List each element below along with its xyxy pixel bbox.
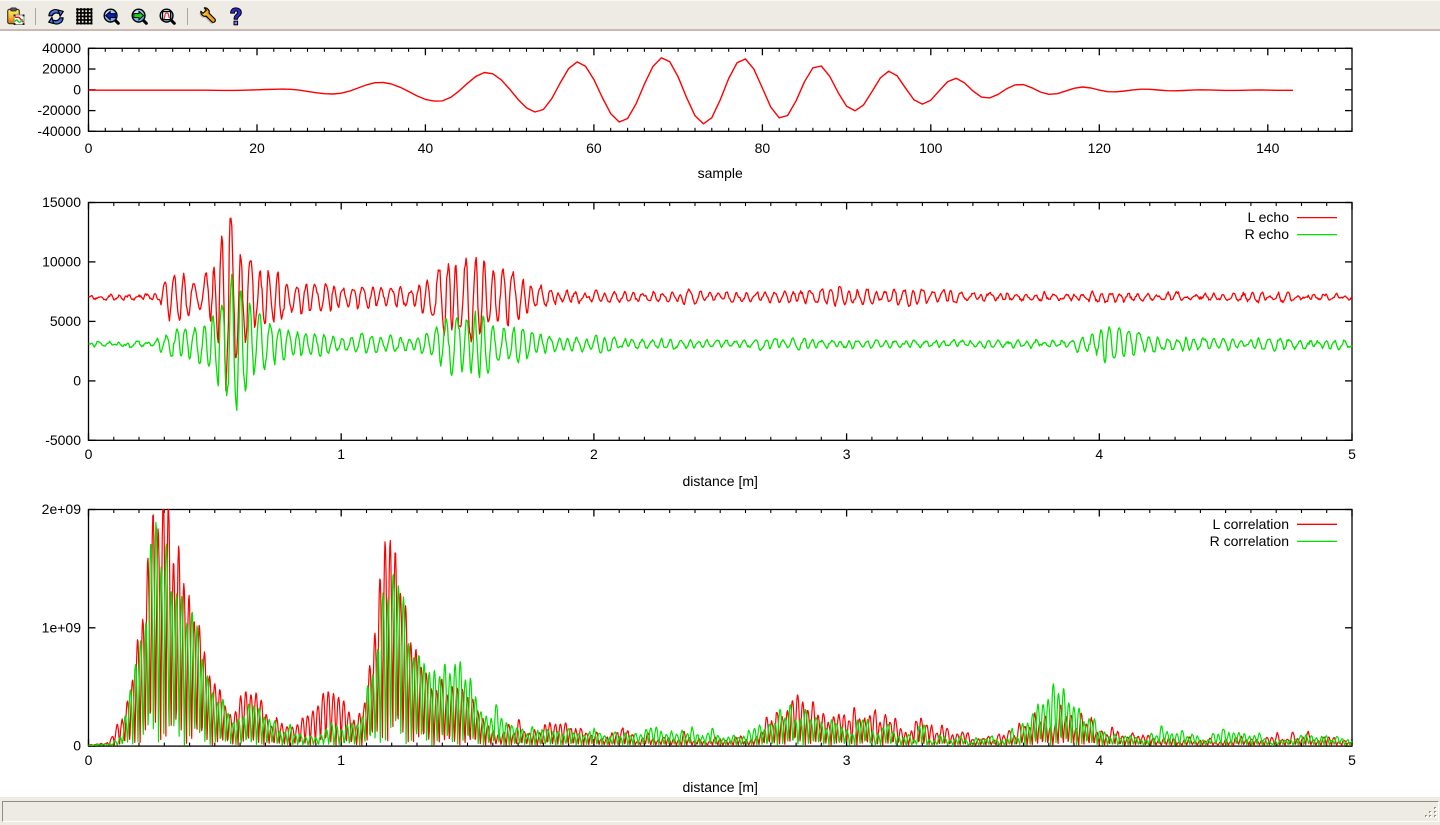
svg-text:2: 2 bbox=[590, 752, 598, 768]
svg-text:R correlation: R correlation bbox=[1210, 533, 1289, 549]
svg-text:1: 1 bbox=[337, 446, 345, 462]
svg-text:4: 4 bbox=[1095, 752, 1103, 768]
svg-text:0: 0 bbox=[73, 81, 81, 97]
svg-text:3: 3 bbox=[843, 752, 851, 768]
svg-text:0: 0 bbox=[85, 752, 93, 768]
svg-text:1e+09: 1e+09 bbox=[42, 619, 82, 635]
svg-text:distance [m]: distance [m] bbox=[682, 473, 757, 489]
svg-text:120: 120 bbox=[1088, 140, 1112, 156]
svg-text:60: 60 bbox=[586, 140, 602, 156]
svg-text:20000: 20000 bbox=[42, 61, 81, 77]
svg-text:80: 80 bbox=[755, 140, 771, 156]
svg-text:10000: 10000 bbox=[42, 253, 81, 269]
svg-text:40000: 40000 bbox=[42, 40, 81, 56]
svg-text:2: 2 bbox=[590, 446, 598, 462]
svg-text:0: 0 bbox=[73, 738, 81, 754]
svg-text:40: 40 bbox=[418, 140, 434, 156]
svg-text:15000: 15000 bbox=[42, 194, 81, 210]
svg-text:0: 0 bbox=[73, 372, 81, 388]
svg-text:-20000: -20000 bbox=[37, 102, 81, 118]
svg-text:3: 3 bbox=[843, 446, 851, 462]
svg-text:4: 4 bbox=[1095, 446, 1103, 462]
svg-text:5: 5 bbox=[1348, 752, 1356, 768]
svg-text:L correlation: L correlation bbox=[1212, 516, 1289, 532]
svg-text:1: 1 bbox=[337, 752, 345, 768]
svg-text:0: 0 bbox=[85, 140, 93, 156]
svg-text:100: 100 bbox=[919, 140, 943, 156]
svg-text:140: 140 bbox=[1256, 140, 1280, 156]
svg-text:sample: sample bbox=[698, 165, 743, 181]
svg-text:0: 0 bbox=[85, 446, 93, 462]
svg-text:20: 20 bbox=[249, 140, 265, 156]
svg-text:L echo: L echo bbox=[1247, 209, 1289, 225]
svg-text:distance [m]: distance [m] bbox=[682, 779, 757, 795]
svg-text:-40000: -40000 bbox=[37, 123, 81, 139]
svg-text:2e+09: 2e+09 bbox=[42, 501, 82, 517]
svg-text:5000: 5000 bbox=[50, 313, 81, 329]
svg-text:R echo: R echo bbox=[1245, 226, 1290, 242]
svg-text:5: 5 bbox=[1348, 446, 1356, 462]
svg-text:-5000: -5000 bbox=[45, 432, 81, 448]
